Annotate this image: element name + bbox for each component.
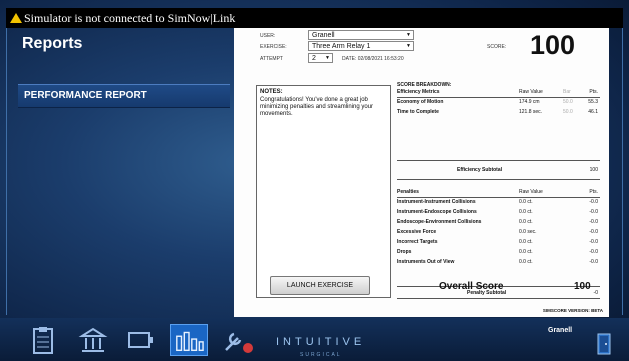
penalty-pts: -0.0 (589, 219, 598, 225)
divider (397, 160, 600, 161)
penalty-header-pts: Pts. (589, 189, 598, 195)
table-row: Instrument-Instrument Collisions 0.0 ct.… (397, 198, 600, 207)
exercise-value: Three Arm Relay 1 (312, 43, 371, 50)
efficiency-header-raw: Raw Value (519, 89, 543, 95)
metric-pts: 46.1 (588, 109, 598, 115)
current-user-name: Granell (548, 327, 573, 334)
divider (397, 179, 600, 180)
penalty-name: Instrument-Instrument Collisions (397, 199, 476, 205)
sidebar-item-performance-report[interactable]: PERFORMANCE REPORT (18, 84, 230, 108)
notes-title: NOTES: (260, 89, 283, 95)
user-value: Granell (312, 32, 335, 39)
chevron-down-icon: ▼ (325, 55, 330, 61)
overall-score-label: Overall Score (439, 281, 504, 292)
taskbar: INTUITIVE SURGICAL (0, 318, 629, 361)
exercise-select[interactable]: Three Arm Relay 1 ▼ (308, 41, 414, 51)
penalty-header-name: Penalties (397, 189, 419, 195)
metric-name: Time to Complete (397, 109, 439, 115)
notes-body: Congratulations! You've done a great job… (260, 97, 374, 117)
chevron-down-icon: ▼ (406, 43, 411, 49)
penalty-name: Drops (397, 249, 412, 255)
penalty-raw: 0.0 ct. (519, 199, 533, 205)
table-row: Endoscope-Environment Collisions 0.0 ct.… (397, 218, 600, 227)
warning-icon (10, 13, 22, 23)
overall-score-value: 100 (574, 281, 591, 292)
penalty-raw: 0.0 ct. (519, 239, 533, 245)
penalty-subtotal-value: -0 (593, 290, 598, 296)
user-label: USER: (260, 33, 276, 39)
penalty-pts: -0.0 (589, 229, 598, 235)
efficiency-header-mid: Bar (563, 89, 571, 95)
user-select[interactable]: Granell ▼ (308, 30, 414, 40)
table-row: Drops 0.0 ct. -0.0 (397, 248, 600, 257)
penalty-pts: -0.0 (589, 239, 598, 245)
penalty-name: Incorrect Targets (397, 239, 438, 245)
warning-text: Simulator is not connected to SimNow|Lin… (24, 11, 236, 25)
exercise-label: EXERCISE: (260, 44, 287, 50)
penalty-header-row: Penalties Raw Value Pts. (397, 188, 600, 197)
exit-icon[interactable] (596, 332, 612, 356)
penalty-name: Endoscope-Environment Collisions (397, 219, 482, 225)
efficiency-header-name: Efficiency Metrics (397, 89, 440, 95)
tools-icon[interactable] (218, 324, 256, 356)
efficiency-subtotal-row: Efficiency Subtotal 100 (397, 166, 600, 175)
efficiency-subtotal-value: 100 (589, 167, 598, 173)
table-row: Incorrect Targets 0.0 ct. -0.0 (397, 238, 600, 247)
penalty-raw: 0.0 ct. (519, 259, 533, 265)
notes-box: NOTES: Congratulations! You've done a gr… (256, 85, 391, 298)
brand-subtitle: SURGICAL (300, 352, 342, 358)
penalty-pts: -0.0 (589, 249, 598, 255)
penalty-raw: 0.0 sec. (519, 229, 537, 235)
metric-raw: 121.8 sec. (519, 109, 543, 115)
attempt-label: ATTEMPT (260, 56, 283, 62)
table-row: Excessive Force 0.0 sec. -0.0 (397, 228, 600, 237)
penalty-raw: 0.0 ct. (519, 249, 533, 255)
clipboard-icon[interactable] (24, 324, 62, 356)
table-row: Instruments Out of View 0.0 ct. -0.0 (397, 258, 600, 267)
date-label: DATE: 02/08/2021 16:53:20 (342, 56, 404, 62)
simscore-version: SIMSCORE VERSION: BETA (542, 308, 603, 313)
penalty-name: Excessive Force (397, 229, 437, 235)
metric-mid: 50.0 (563, 109, 573, 115)
table-row: Instrument-Endoscope Collisions 0.0 ct. … (397, 208, 600, 217)
metric-raw: 174.9 cm (519, 99, 540, 105)
reports-icon[interactable] (170, 324, 208, 356)
attempt-value: 2 (312, 55, 316, 62)
brand-name: INTUITIVE (276, 336, 366, 348)
divider (397, 298, 600, 299)
reports-title: Reports (22, 35, 83, 52)
penalty-pts: -0.0 (589, 259, 598, 265)
launch-exercise-button[interactable]: LAUNCH EXERCISE (270, 276, 370, 295)
chevron-down-icon: ▼ (406, 32, 411, 38)
connection-warning-bar: Simulator is not connected to SimNow|Lin… (6, 8, 623, 28)
efficiency-subtotal-label: Efficiency Subtotal (457, 167, 503, 173)
simulator-screen: Simulator is not connected to SimNow|Lin… (0, 0, 629, 361)
metric-pts: 55.3 (588, 99, 598, 105)
penalty-pts: -0.0 (589, 209, 598, 215)
penalty-name: Instruments Out of View (397, 259, 455, 265)
battery-icon[interactable] (122, 324, 160, 356)
penalty-raw: 0.0 ct. (519, 219, 533, 225)
efficiency-header-row: Efficiency Metrics Raw Value Bar Pts. (397, 88, 600, 97)
metric-name: Economy of Motion (397, 99, 444, 105)
efficiency-header-pts: Pts. (589, 89, 598, 95)
performance-report-sheet: USER: Granell ▼ EXERCISE: Three Arm Rela… (234, 28, 609, 317)
table-row: Time to Complete 121.8 sec. 50.0 46.1 (397, 108, 600, 117)
museum-icon[interactable] (74, 324, 112, 356)
score-label: SCORE: (487, 44, 507, 50)
penalty-header-raw: Raw Value (519, 189, 543, 195)
penalty-raw: 0.0 ct. (519, 209, 533, 215)
table-row: Economy of Motion 174.9 cm 50.0 55.3 (397, 98, 600, 107)
penalty-name: Instrument-Endoscope Collisions (397, 209, 477, 215)
score-value: 100 (530, 30, 576, 60)
attempt-select[interactable]: 2 ▼ (308, 53, 333, 63)
metric-mid: 50.0 (563, 99, 573, 105)
penalty-pts: -0.0 (589, 199, 598, 205)
